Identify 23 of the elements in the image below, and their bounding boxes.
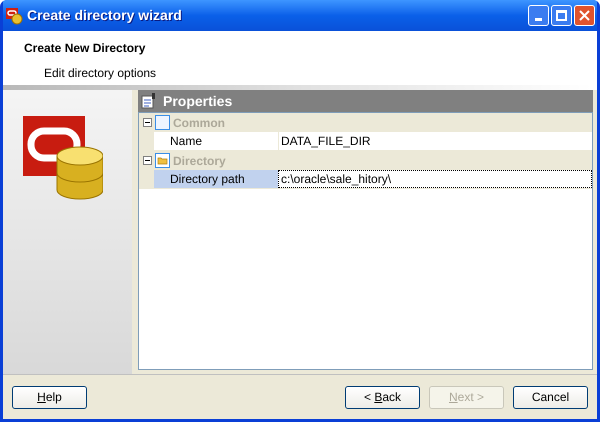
group-label: Directory xyxy=(173,152,226,170)
property-label: Directory path xyxy=(154,170,278,188)
header-title: Create New Directory xyxy=(24,40,146,57)
property-value: DATA_FILE_DIR xyxy=(278,132,592,150)
wizard-button[interactable]: Cancel xyxy=(513,386,588,408)
folder-icon xyxy=(155,153,170,168)
window-title: Create directory wizard xyxy=(27,6,183,25)
property-input[interactable]: c:\oracle\sale_hitory\ xyxy=(278,170,592,188)
close-icon xyxy=(579,10,590,21)
wizard-button[interactable]: < Back xyxy=(345,386,420,408)
close-button[interactable] xyxy=(574,5,595,26)
collapse-toggle[interactable] xyxy=(143,156,152,165)
maximize-button[interactable] xyxy=(551,5,572,26)
properties-title: Properties xyxy=(163,92,232,111)
wizard-button[interactable]: Help xyxy=(12,386,87,408)
collapse-toggle[interactable] xyxy=(143,118,152,127)
header-subtitle: Edit directory options xyxy=(44,65,158,82)
minimize-button[interactable] xyxy=(528,5,549,26)
window-icon xyxy=(155,115,170,130)
property-row[interactable]: Directory path c:\oracle\sale_hitory\ xyxy=(139,170,592,189)
app-icon xyxy=(5,6,23,24)
properties-icon xyxy=(141,93,157,109)
group-label: Common xyxy=(173,114,225,132)
